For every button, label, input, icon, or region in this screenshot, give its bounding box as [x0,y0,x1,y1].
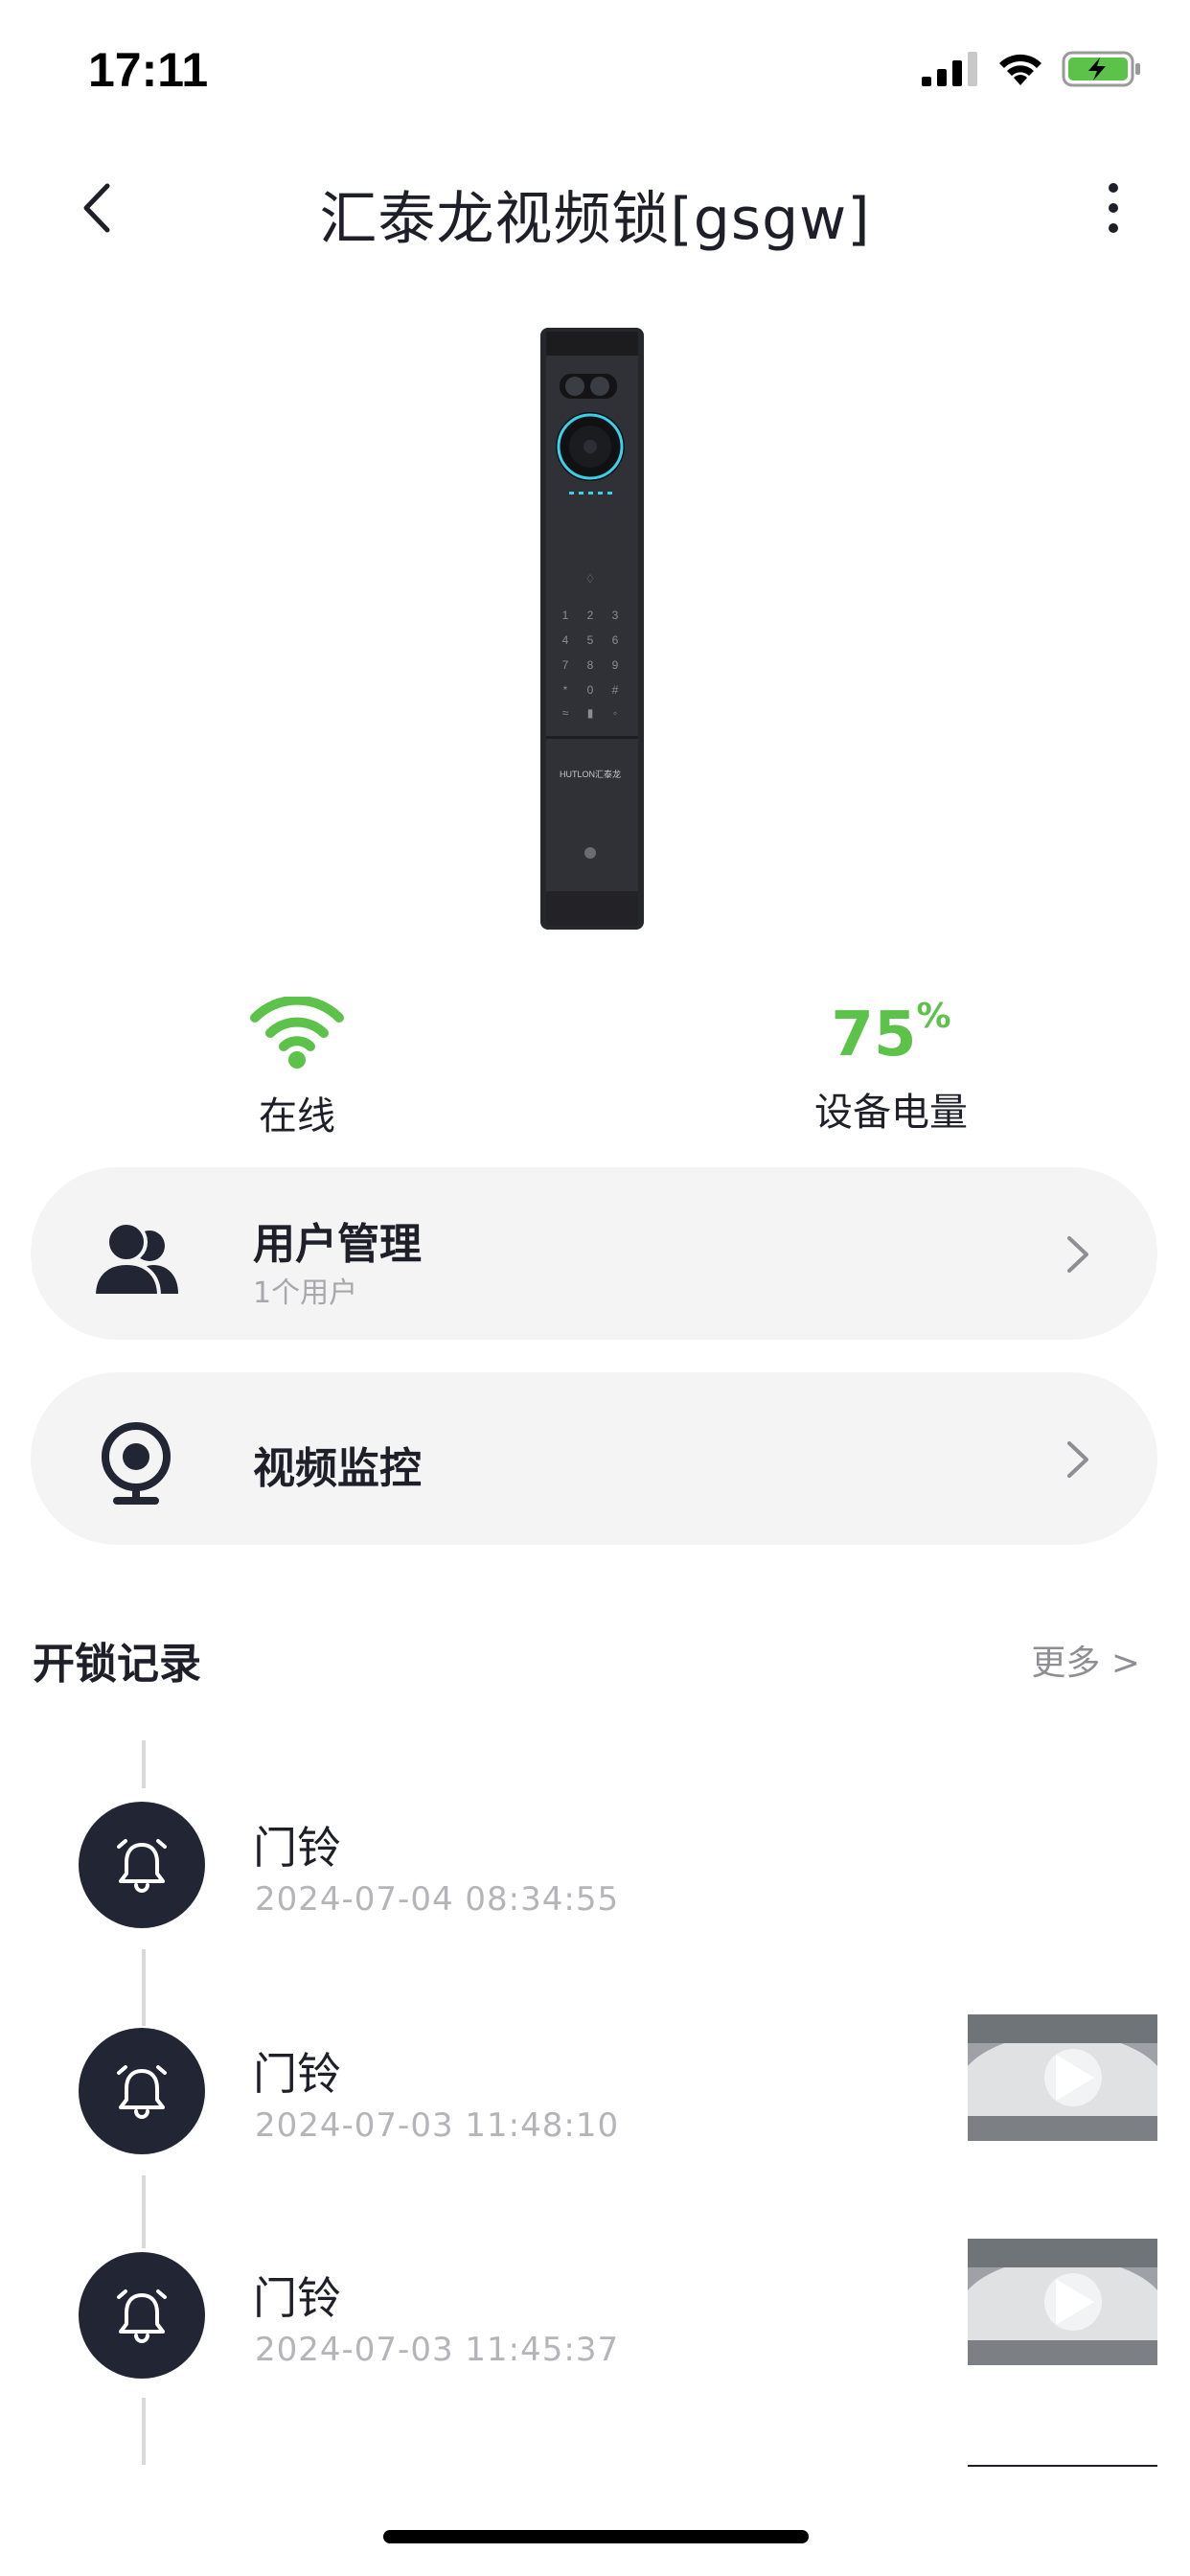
home-indicator[interactable] [383,2530,809,2543]
wifi-icon [999,54,1041,85]
battery-unit: % [916,997,951,1036]
keypad-key: 8 [587,658,594,672]
online-status: 在线 [201,995,393,1140]
keypad-key: 5 [587,633,594,647]
cellular-signal-icon [922,52,977,86]
chevron-right-icon [1067,1441,1088,1478]
nav-header: 汇泰龙视频锁[gsgw] [0,153,1190,268]
video-thumbnail-image [968,2014,1157,2141]
record-time: 2024-07-03 11:45:37 [255,2331,620,2369]
wifi-icon [250,995,344,1069]
smart-lock-image: ♢ 1 2 3 4 5 6 7 8 9 * 0 # ≈ ▮ ◦ HUTLON汇泰龙 [540,328,644,930]
keypad-key: 0 [587,683,594,697]
battery-status: 75% 设备电量 [786,997,996,1137]
record-item[interactable]: 门铃 2024-07-04 08:34:55 [0,1802,1190,1945]
video-thumbnail[interactable] [968,2014,1157,2141]
vertical-ellipsis-icon [1109,183,1118,233]
user-management-card[interactable]: 用户管理 1个用户 [31,1167,1157,1340]
more-records-link[interactable]: 更多 > [1031,1635,1140,1685]
user-count: 1个用户 [253,1276,358,1310]
battery-charging-icon [1062,51,1140,87]
svg-text:▮: ▮ [587,706,594,720]
record-icon [79,2252,205,2379]
battery-label: 设备电量 [814,1091,968,1135]
battery-value: 75 [831,1000,917,1070]
keypad-key: 9 [612,658,619,672]
page-title: 汇泰龙视频锁[gsgw] [319,186,871,253]
more-options-button[interactable] [1094,174,1133,242]
svg-text:≈: ≈ [562,706,569,720]
svg-text:♢: ♢ [585,572,596,586]
timeline-line [142,2398,146,2465]
camera-icon [102,1422,171,1505]
keypad-key: * [563,683,568,697]
bell-icon [117,1839,167,1893]
device-brand-label: HUTLON汇泰龙 [560,769,621,779]
keypad-key: 7 [562,658,569,672]
keypad-key: 6 [612,633,619,647]
record-icon [79,2028,205,2154]
keypad-key: 4 [562,633,569,647]
video-monitor-card[interactable]: 视频监控 [31,1372,1157,1545]
keypad-key: 2 [587,609,594,622]
chevron-right-icon [1067,1236,1088,1273]
video-thumbnail[interactable] [968,2239,1157,2365]
thumbnail-edge [968,2465,1157,2467]
record-title: 门铃 [253,2048,341,2100]
device-image: ♢ 1 2 3 4 5 6 7 8 9 * 0 # ≈ ▮ ◦ HUTLON汇泰龙 [537,322,648,935]
device-detail-screen: 17:11 汇泰龙视频锁[gsgw] ♢ 1 2 3 4 5 6 7 8 9 *… [0,0,1190,2576]
users-icon [91,1221,178,1298]
bell-icon [117,2289,167,2343]
timeline-line [142,1740,146,1788]
online-label: 在线 [259,1094,335,1138]
keypad-key: # [612,683,619,697]
video-monitor-title: 视频监控 [253,1444,422,1493]
battery-readout: 75% [786,997,996,1073]
keypad-key: 1 [562,609,569,622]
record-item[interactable]: 门铃 2024-07-03 11:48:10 [0,2014,1190,2172]
status-icons [922,50,1142,88]
record-title: 门铃 [253,2272,341,2324]
bell-icon [117,2065,167,2119]
record-title: 门铃 [253,1822,341,1874]
unlock-records-title: 开锁记录 [33,1640,201,1689]
timeline-line [142,2175,146,2248]
user-management-title: 用户管理 [253,1220,422,1269]
video-thumbnail-image [968,2239,1157,2365]
record-item[interactable]: 门铃 2024-07-03 11:45:37 [0,2239,1190,2396]
record-icon [79,1802,205,1928]
status-time: 17:11 [88,43,209,97]
record-time: 2024-07-03 11:48:10 [255,2106,620,2145]
status-bar: 17:11 [0,0,1190,144]
keypad-key: 3 [612,609,619,622]
timeline-line [142,1949,146,2026]
record-time: 2024-07-04 08:34:55 [255,1880,620,1919]
svg-text:◦: ◦ [613,706,617,720]
